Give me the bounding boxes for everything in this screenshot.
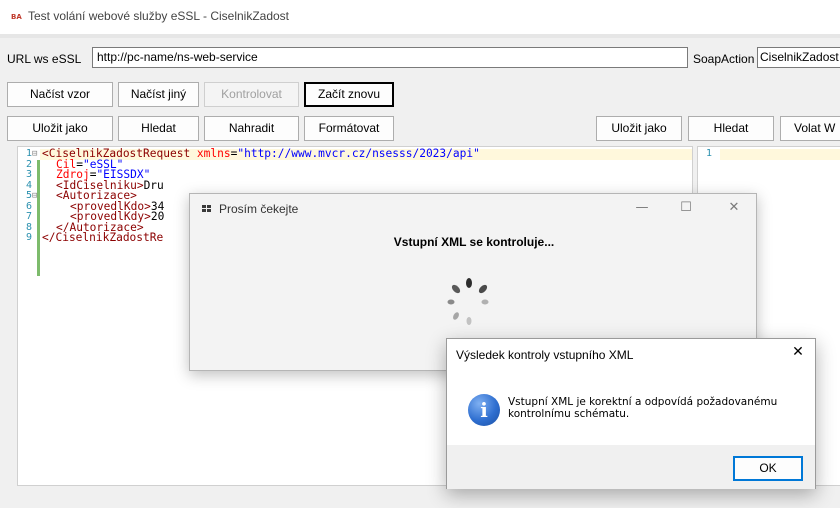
result-dialog: Výsledek kontroly vstupního XML ✕ i Vstu…: [446, 338, 816, 489]
maximize-icon[interactable]: ☐: [672, 200, 700, 215]
wait-dialog-title-bar: Prosím čekejte — ☐ ✕: [190, 194, 756, 224]
current-line-highlight: [720, 149, 840, 160]
fold-minus-icon[interactable]: ⊟: [32, 191, 39, 202]
load-other-button[interactable]: Načíst jiný: [118, 82, 199, 107]
loading-spinner-icon: [447, 278, 489, 325]
save-as-button-left[interactable]: Uložit jako: [7, 116, 113, 141]
fold-minus-icon[interactable]: ⊟: [32, 149, 39, 160]
soapaction-input[interactable]: CiselnikZadost: [757, 47, 840, 68]
title-bar: BA Test volání webové služby eSSL - Cise…: [0, 0, 840, 34]
format-button[interactable]: Formátovat: [304, 116, 394, 141]
change-marker: [37, 160, 40, 276]
save-as-button-right[interactable]: Uložit jako: [596, 116, 682, 141]
soapaction-label: SoapAction: [693, 52, 755, 66]
app-logo-icon: BA: [11, 13, 22, 21]
wait-dialog-message: Vstupní XML se kontroluje...: [393, 235, 555, 249]
window-title: Test volání webové služby eSSL - Ciselni…: [28, 9, 290, 23]
line-number: 1: [705, 148, 712, 159]
result-dialog-title: Výsledek kontroly vstupního XML: [456, 348, 634, 362]
line-number: 9: [25, 232, 32, 243]
close-icon[interactable]: ✕: [720, 200, 748, 215]
close-icon[interactable]: ✕: [787, 344, 809, 360]
url-input[interactable]: http://pc-name/ns-web-service: [92, 47, 688, 68]
call-ws-button[interactable]: Volat W: [780, 116, 840, 141]
separator-strip: [0, 34, 840, 38]
info-icon: i: [468, 394, 500, 426]
window-grid-icon: [202, 205, 212, 213]
find-button-left[interactable]: Hledat: [118, 116, 199, 141]
find-button-right[interactable]: Hledat: [688, 116, 774, 141]
result-dialog-message: Vstupní XML je korektní a odpovídá požad…: [508, 396, 778, 420]
minimize-icon[interactable]: —: [628, 200, 656, 215]
line-number: 5: [25, 190, 32, 201]
ok-button[interactable]: OK: [733, 456, 803, 481]
line-number: 7: [25, 211, 32, 222]
wait-dialog-title: Prosím čekejte: [219, 202, 299, 216]
code-line: </CiselnikZadostRe: [42, 231, 164, 244]
line-number: 3: [25, 169, 32, 180]
check-button[interactable]: Kontrolovat: [204, 82, 299, 107]
load-template-button[interactable]: Načíst vzor: [7, 82, 113, 107]
replace-button[interactable]: Nahradit: [204, 116, 299, 141]
line-number: 1: [25, 148, 32, 159]
restart-button[interactable]: Začít znovu: [304, 82, 394, 107]
url-label: URL ws eSSL: [7, 52, 82, 66]
